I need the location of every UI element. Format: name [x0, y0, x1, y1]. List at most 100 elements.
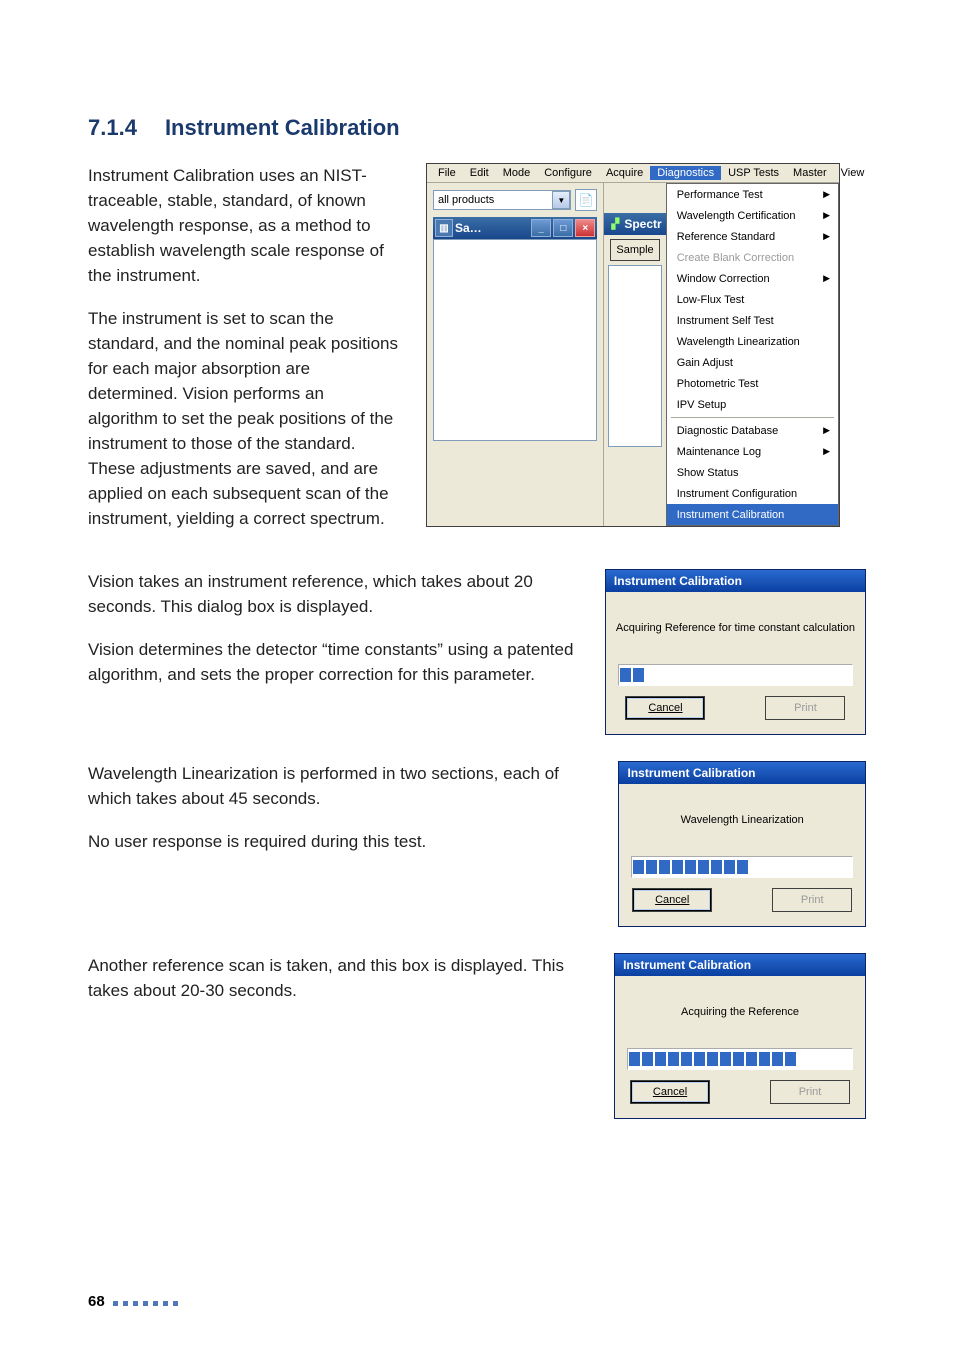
- dialog1-message: Acquiring Reference for time constant ca…: [616, 622, 855, 634]
- page-footer: 68: [88, 1293, 183, 1310]
- dialog2-message: Wavelength Linearization: [629, 814, 855, 826]
- progress-block: [629, 1052, 640, 1066]
- menu-item-window-correction[interactable]: Window Correction▶: [667, 268, 838, 289]
- menu-usp-tests[interactable]: USP Tests: [721, 166, 786, 180]
- progress-block: [646, 860, 657, 874]
- menu-item-label: Wavelength Certification: [677, 210, 796, 222]
- progress-block: [737, 860, 748, 874]
- menu-diagnostics[interactable]: Diagnostics: [650, 166, 721, 180]
- spectra-panel-title: ▞ Spectr: [604, 213, 665, 235]
- progress-block: [672, 860, 683, 874]
- menu-item-instrument-configuration[interactable]: Instrument Configuration: [667, 483, 838, 504]
- menu-item-label: Instrument Calibration: [677, 509, 785, 521]
- progress-block: [655, 1052, 666, 1066]
- menu-item-wavelength-linearization[interactable]: Wavelength Linearization: [667, 331, 838, 352]
- menu-view[interactable]: View: [834, 166, 872, 180]
- section-title-text: Instrument Calibration: [165, 115, 400, 140]
- paragraph-2: The instrument is set to scan the standa…: [88, 306, 398, 531]
- dialog3-progress-bar: [627, 1048, 853, 1070]
- progress-block: [785, 1052, 796, 1066]
- menu-item-photometric-test[interactable]: Photometric Test: [667, 373, 838, 394]
- menu-item-label: Instrument Configuration: [677, 488, 797, 500]
- maximize-button[interactable]: □: [553, 219, 573, 237]
- progress-block: [720, 1052, 731, 1066]
- submenu-arrow-icon: ▶: [823, 231, 830, 242]
- menu-item-show-status[interactable]: Show Status: [667, 462, 838, 483]
- spectra-chart-icon: ▞: [608, 217, 622, 231]
- calibration-dialog-2: Instrument Calibration Wavelength Linear…: [618, 761, 866, 927]
- progress-block: [711, 860, 722, 874]
- sample-tab[interactable]: Sample: [610, 239, 659, 261]
- close-button[interactable]: ×: [575, 219, 595, 237]
- menu-item-label: Show Status: [677, 467, 739, 479]
- menu-edit[interactable]: Edit: [463, 166, 496, 180]
- progress-block: [707, 1052, 718, 1066]
- dialog3-print-button: Print: [770, 1080, 850, 1104]
- menu-bar: File Edit Mode Configure Acquire Diagnos…: [427, 164, 839, 183]
- progress-block: [633, 860, 644, 874]
- new-document-icon[interactable]: 📄: [575, 189, 597, 211]
- menu-item-label: Reference Standard: [677, 231, 775, 243]
- menu-item-low-flux-test[interactable]: Low-Flux Test: [667, 289, 838, 310]
- dialog2-cancel-button[interactable]: Cancel: [632, 888, 712, 912]
- mini-window-title: Sa…: [455, 221, 482, 235]
- progress-block: [659, 860, 670, 874]
- paragraph-1: Instrument Calibration uses an NIST-trac…: [88, 163, 398, 288]
- dialog2-titlebar: Instrument Calibration: [619, 762, 865, 784]
- product-select-dropdown-icon[interactable]: ▼: [552, 191, 570, 209]
- progress-block: [746, 1052, 757, 1066]
- menu-item-label: Instrument Self Test: [677, 315, 774, 327]
- dialog3-titlebar: Instrument Calibration: [615, 954, 865, 976]
- paragraph-7: Another reference scan is taken, and thi…: [88, 953, 586, 1003]
- menu-item-ipv-setup[interactable]: IPV Setup: [667, 394, 838, 415]
- paragraph-4: Vision determines the detector “time con…: [88, 637, 577, 687]
- menu-item-label: IPV Setup: [677, 399, 727, 411]
- product-select[interactable]: all products ▼: [433, 190, 571, 210]
- menu-item-label: Low-Flux Test: [677, 294, 745, 306]
- menu-item-label: Create Blank Correction: [677, 252, 794, 264]
- paragraph-3: Vision takes an instrument reference, wh…: [88, 569, 577, 619]
- menu-item-instrument-calibration[interactable]: Instrument Calibration: [667, 504, 838, 525]
- minimize-button[interactable]: _: [531, 219, 551, 237]
- dialog3-message: Acquiring the Reference: [625, 1006, 855, 1018]
- dialog2-print-button: Print: [772, 888, 852, 912]
- progress-block: [620, 668, 631, 682]
- menu-item-label: Photometric Test: [677, 378, 759, 390]
- section-heading: 7.1.4Instrument Calibration: [88, 115, 866, 141]
- progress-block: [772, 1052, 783, 1066]
- menu-item-diagnostic-database[interactable]: Diagnostic Database▶: [667, 420, 838, 441]
- progress-block: [685, 860, 696, 874]
- submenu-arrow-icon: ▶: [823, 446, 830, 457]
- menu-item-label: Window Correction: [677, 273, 770, 285]
- menu-divider: [671, 417, 834, 418]
- dialog1-print-button: Print: [765, 696, 845, 720]
- submenu-arrow-icon: ▶: [823, 425, 830, 436]
- menu-master[interactable]: Master: [786, 166, 834, 180]
- mini-window-titlebar: ▥ Sa… _ □ ×: [433, 217, 597, 239]
- menu-acquire[interactable]: Acquire: [599, 166, 650, 180]
- progress-block: [733, 1052, 744, 1066]
- dialog1-cancel-button[interactable]: Cancel: [625, 696, 705, 720]
- menu-item-instrument-self-test[interactable]: Instrument Self Test: [667, 310, 838, 331]
- dialog1-titlebar: Instrument Calibration: [606, 570, 865, 592]
- menu-item-maintenance-log[interactable]: Maintenance Log▶: [667, 441, 838, 462]
- menu-file[interactable]: File: [431, 166, 463, 180]
- menu-item-create-blank-correction: Create Blank Correction: [667, 247, 838, 268]
- menu-item-wavelength-cert[interactable]: Wavelength Certification▶: [667, 205, 838, 226]
- menu-item-label: Performance Test: [677, 189, 763, 201]
- menu-item-gain-adjust[interactable]: Gain Adjust: [667, 352, 838, 373]
- spectra-content: [608, 265, 661, 447]
- footer-dots: [113, 1293, 183, 1310]
- button-label: Cancel: [648, 702, 682, 714]
- app-window: File Edit Mode Configure Acquire Diagnos…: [426, 163, 840, 527]
- dialog3-cancel-button[interactable]: Cancel: [630, 1080, 710, 1104]
- menu-item-performance-test[interactable]: Performance Test ▶: [667, 184, 838, 205]
- progress-block: [633, 668, 644, 682]
- mini-window-content: [433, 239, 597, 441]
- menu-item-reference-standard[interactable]: Reference Standard ▶: [667, 226, 838, 247]
- menu-configure[interactable]: Configure: [537, 166, 599, 180]
- submenu-arrow-icon: ▶: [823, 189, 830, 200]
- paragraph-6: No user response is required during this…: [88, 829, 590, 854]
- button-label: Cancel: [653, 1086, 687, 1098]
- menu-mode[interactable]: Mode: [496, 166, 538, 180]
